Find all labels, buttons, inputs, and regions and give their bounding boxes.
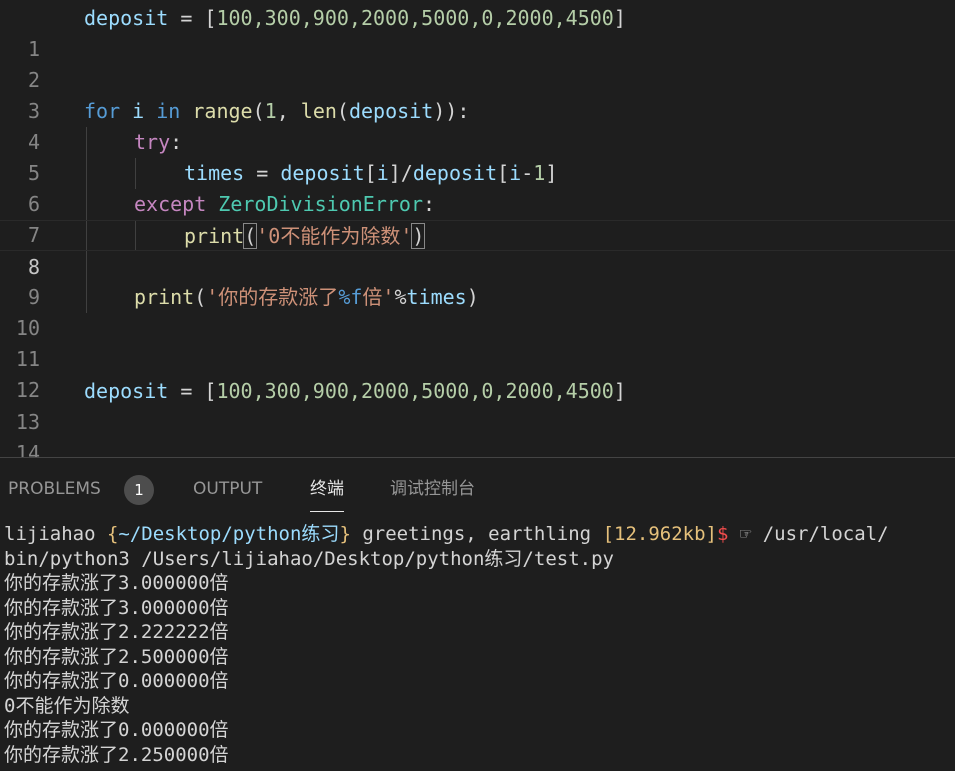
paren: )	[411, 223, 426, 249]
prompt-path: ~/Desktop/python练习	[118, 523, 340, 545]
paren: (	[243, 223, 258, 249]
keyword: for	[84, 99, 121, 123]
number: 1	[264, 99, 277, 123]
comma: ,	[276, 99, 301, 123]
tab-problems[interactable]: PROBLEMS	[8, 458, 101, 520]
paren: (	[336, 99, 349, 123]
format-specifier: %f	[338, 285, 363, 309]
bracket: ]/	[388, 161, 413, 185]
bracket: [	[204, 379, 217, 403]
variable: deposit	[280, 161, 365, 185]
terminal-output-line: 你的存款涨了3.000000倍	[4, 572, 229, 594]
bracket: [	[204, 6, 217, 30]
bottom-panel: PROBLEMS 1 OUTPUT 终端 调试控制台 lijiahao {~/D…	[0, 457, 955, 771]
terminal-output-line: 你的存款涨了0.000000倍	[4, 670, 229, 692]
function: range	[192, 99, 253, 123]
tab-output[interactable]: OUTPUT	[193, 458, 262, 520]
code-line-2[interactable]: 2	[0, 34, 955, 92]
code-line-4[interactable]: 4 for i in range(1, len(deposit)):	[0, 96, 955, 154]
problems-count-badge: 1	[124, 475, 154, 505]
operator: =	[168, 379, 205, 403]
paren: )	[466, 285, 479, 309]
operator: -	[521, 161, 534, 185]
keyword: except	[134, 192, 207, 216]
variable: times	[406, 285, 467, 309]
prompt-brace: }	[339, 523, 351, 545]
bracket: ]	[613, 6, 626, 30]
terminal-output-line: 你的存款涨了0.000000倍	[4, 719, 229, 741]
variable: deposit	[84, 6, 169, 30]
paren: (	[252, 99, 265, 123]
function: print	[134, 285, 195, 309]
paren: (	[194, 285, 207, 309]
string: '你的存款涨了	[206, 285, 339, 309]
code-line-9[interactable]: 9	[0, 251, 955, 309]
prompt-memory: [12.962kb]	[602, 523, 717, 545]
operator: %	[394, 285, 407, 309]
variable: deposit	[348, 99, 434, 123]
terminal-prompt-line: lijiahao {~/Desktop/python练习} greetings,…	[4, 522, 952, 547]
bracket: [	[364, 161, 377, 185]
variable: times	[184, 161, 245, 185]
prompt-command: ☞ /usr/local/	[728, 523, 889, 545]
prompt-user: lijiahao	[4, 523, 107, 545]
code-editor[interactable]: 1 deposit = [100,300,900,2000,5000,0,200…	[0, 0, 955, 457]
variable: deposit	[84, 379, 169, 403]
number-list: 100,300,900,2000,5000,0,2000,4500	[216, 6, 614, 30]
terminal-output-line: 你的存款涨了3.000000倍	[4, 596, 229, 619]
code-line-15[interactable]: 15	[0, 438, 955, 457]
code-line-14[interactable]: 14	[0, 407, 955, 457]
number: 1	[533, 161, 546, 185]
prompt-brace: {	[106, 523, 119, 545]
code-line-6[interactable]: 6 times = deposit[i]/deposit[i-1]	[0, 158, 955, 216]
string: 倍'	[362, 285, 395, 309]
panel-tabs: PROBLEMS 1 OUTPUT 终端 调试控制台	[0, 458, 955, 520]
prompt-greeting: greetings, earthling	[350, 523, 603, 545]
code-line-13[interactable]: 13 deposit = [100,300,900,2000,5000,0,20…	[0, 376, 955, 434]
code-line-3[interactable]: 3	[0, 65, 955, 123]
terminal-output-line: 0不能作为除数	[4, 694, 130, 717]
paren: )):	[433, 99, 470, 123]
colon: :	[423, 192, 436, 216]
operator: =	[244, 161, 281, 185]
prompt-dollar: $	[716, 523, 729, 545]
terminal-command-continuation: bin/python3 /Users/lijiahao/Desktop/pyth…	[4, 547, 614, 570]
tab-terminal[interactable]: 终端	[310, 458, 344, 520]
bracket: ]	[545, 161, 558, 185]
keyword: try	[134, 130, 171, 154]
terminal-output[interactable]: lijiahao {~/Desktop/python练习} greetings,…	[4, 522, 952, 767]
colon: :	[170, 130, 183, 154]
terminal-output-line: 你的存款涨了2.222222倍	[4, 621, 229, 643]
code-line-5[interactable]: 5 try:	[0, 127, 955, 185]
bracket: [	[497, 161, 510, 185]
code-line-8[interactable]: 8 print('0不能作为除数')	[0, 220, 955, 279]
variable: i	[509, 161, 522, 185]
number-list: 100,300,900,2000,5000,0,2000,4500	[216, 379, 614, 403]
variable: deposit	[412, 161, 498, 185]
terminal-output-line: 你的存款涨了2.250000倍	[4, 743, 229, 766]
operator: =	[168, 6, 205, 30]
variable: i	[376, 161, 389, 185]
exception-class: ZeroDivisionError	[218, 192, 423, 216]
code-line-12[interactable]: 12	[0, 344, 955, 402]
function: len	[300, 99, 337, 123]
function: print	[184, 224, 245, 248]
variable: i	[120, 99, 157, 123]
keyword: in	[156, 99, 181, 123]
bracket: ]	[613, 379, 626, 403]
code-line-7[interactable]: 7 except ZeroDivisionError:	[0, 189, 955, 247]
tab-debug-console[interactable]: 调试控制台	[390, 458, 475, 520]
terminal-output-line: 你的存款涨了2.500000倍	[4, 645, 229, 668]
code-line-11[interactable]: 11	[0, 313, 955, 371]
code-line-1[interactable]: 1 deposit = [100,300,900,2000,5000,0,200…	[0, 3, 955, 61]
code-line-10[interactable]: 10 print('你的存款涨了%f倍'%times)	[0, 282, 955, 340]
string: '0不能作为除数'	[256, 224, 413, 248]
